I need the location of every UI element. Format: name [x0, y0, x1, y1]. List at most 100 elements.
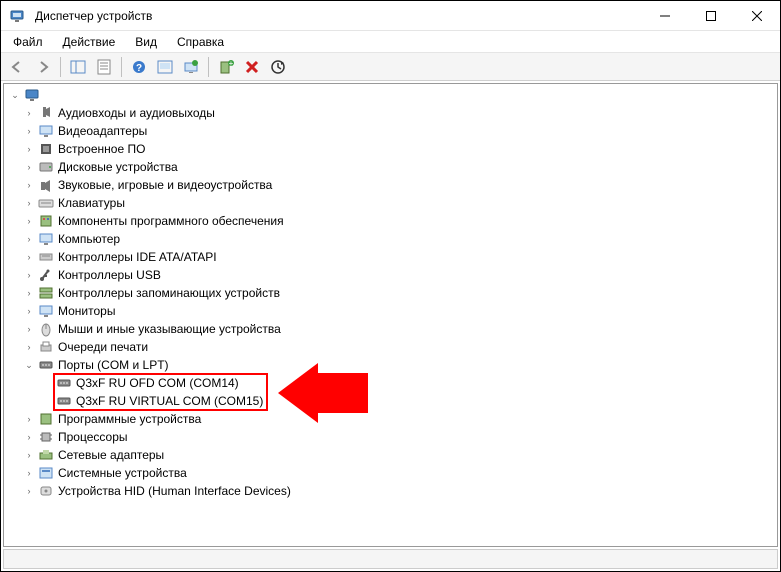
tree-node[interactable]: › Встроенное ПО — [22, 140, 777, 158]
expander-icon[interactable]: › — [22, 124, 36, 138]
tree-node[interactable]: › Видеоадаптеры — [22, 122, 777, 140]
tree-node[interactable]: ›Аудиовходы и аудиовыходы — [22, 104, 777, 122]
expander-icon[interactable]: › — [22, 448, 36, 462]
tree-node-label: Программные устройства — [58, 412, 201, 426]
menu-view[interactable]: Вид — [127, 33, 165, 51]
firmware-icon — [38, 141, 54, 157]
svg-text:+: + — [229, 59, 234, 68]
tree-node-label: Контроллеры USB — [58, 268, 161, 282]
help-button[interactable]: ? — [127, 56, 151, 78]
app-icon — [9, 8, 25, 24]
tree-node[interactable]: › Процессоры — [22, 428, 777, 446]
expander-icon[interactable]: › — [22, 466, 36, 480]
tree-node-label: Очереди печати — [58, 340, 148, 354]
tree-node-label: Порты (COM и LPT) — [58, 358, 169, 372]
tree-root-node[interactable]: ⌄ — [4, 86, 777, 104]
tree-node[interactable]: › Сетевые адаптеры — [22, 446, 777, 464]
expander-icon[interactable]: › — [22, 412, 36, 426]
toolbar-separator — [121, 57, 122, 77]
expander-icon[interactable]: › — [22, 304, 36, 318]
tree-node[interactable]: ›Клавиатуры — [22, 194, 777, 212]
tree-node-label: Сетевые адаптеры — [58, 448, 164, 462]
expander-icon[interactable]: › — [22, 232, 36, 246]
expander-icon[interactable]: › — [22, 250, 36, 264]
properties-button[interactable] — [92, 56, 116, 78]
show-hide-console-button[interactable] — [66, 56, 90, 78]
device-tree-panel[interactable]: ⌄›Аудиовходы и аудиовыходы›Видеоадаптеры… — [3, 83, 778, 547]
mouse-icon — [38, 321, 54, 337]
tree-node[interactable]: ⌄ Порты (COM и LPT) — [22, 356, 777, 374]
tree-node[interactable]: › Системные устройства — [22, 464, 777, 482]
back-button[interactable] — [5, 56, 29, 78]
expander-icon[interactable]: › — [22, 430, 36, 444]
tree-node[interactable]: Q3xF RU OFD COM (COM14) — [40, 374, 777, 392]
uninstall-button[interactable] — [240, 56, 264, 78]
tree-node-label: Встроенное ПО — [58, 142, 145, 156]
titlebar-left: Диспетчер устройств — [9, 8, 152, 24]
printq-icon — [38, 339, 54, 355]
close-button[interactable] — [734, 1, 780, 31]
update-driver-button[interactable] — [153, 56, 177, 78]
computer-icon — [24, 87, 40, 103]
expander-icon[interactable]: › — [22, 196, 36, 210]
statusbar — [3, 549, 778, 569]
tree-node[interactable]: ›Звуковые, игровые и видеоустройства — [22, 176, 777, 194]
menubar: Файл Действие Вид Справка — [1, 31, 780, 53]
toolbar-separator — [60, 57, 61, 77]
tree-node-label: Системные устройства — [58, 466, 187, 480]
device-tree: ⌄›Аудиовходы и аудиовыходы›Видеоадаптеры… — [4, 86, 777, 500]
tree-node-label: Контроллеры IDE ATA/ATAPI — [58, 250, 217, 264]
expander-icon[interactable]: › — [22, 322, 36, 336]
tree-node[interactable]: Q3xF RU VIRTUAL COM (COM15) — [40, 392, 777, 410]
window-controls — [642, 1, 780, 31]
keyboard-icon — [38, 195, 54, 211]
expander-icon[interactable]: › — [22, 142, 36, 156]
menu-action[interactable]: Действие — [55, 33, 124, 51]
tree-node[interactable]: › Мыши и иные указывающие устройства — [22, 320, 777, 338]
expander-icon[interactable]: › — [22, 178, 36, 192]
menu-help[interactable]: Справка — [169, 33, 232, 51]
expander-icon[interactable]: › — [22, 214, 36, 228]
maximize-button[interactable] — [688, 1, 734, 31]
monitor-icon — [38, 231, 54, 247]
expander-icon[interactable]: ⌄ — [22, 358, 36, 372]
add-legacy-hardware-button[interactable]: + — [214, 56, 238, 78]
monitor2-icon — [38, 303, 54, 319]
tree-node-label: Мониторы — [58, 304, 115, 318]
storage-icon — [38, 285, 54, 301]
tree-node-label: Видеоадаптеры — [58, 124, 147, 138]
expander-icon[interactable]: › — [22, 484, 36, 498]
display-icon — [38, 123, 54, 139]
audio-icon — [38, 105, 54, 121]
expander-icon[interactable]: › — [22, 286, 36, 300]
tree-node[interactable]: › Программные устройства — [22, 410, 777, 428]
menu-file[interactable]: Файл — [5, 33, 51, 51]
expander-icon[interactable]: › — [22, 268, 36, 282]
tree-node-label: Компьютер — [58, 232, 120, 246]
tree-node[interactable]: ›Дисковые устройства — [22, 158, 777, 176]
titlebar: Диспетчер устройств — [1, 1, 780, 31]
refresh-button[interactable] — [266, 56, 290, 78]
tree-node[interactable]: › Контроллеры USB — [22, 266, 777, 284]
tree-node[interactable]: › Контроллеры IDE ATA/ATAPI — [22, 248, 777, 266]
expander-icon[interactable]: ⌄ — [8, 88, 22, 102]
window-title: Диспетчер устройств — [35, 9, 152, 23]
tree-node[interactable]: › Очереди печати — [22, 338, 777, 356]
tree-node[interactable]: › Компьютер — [22, 230, 777, 248]
port-icon — [56, 393, 72, 409]
tree-node[interactable]: ›Контроллеры запоминающих устройств — [22, 284, 777, 302]
expander-icon[interactable]: › — [22, 340, 36, 354]
tree-node[interactable]: ›Компоненты программного обеспечения — [22, 212, 777, 230]
tree-node-label: Q3xF RU OFD COM (COM14) — [76, 376, 239, 390]
tree-node[interactable]: › Мониторы — [22, 302, 777, 320]
expander-icon[interactable]: › — [22, 160, 36, 174]
ide-icon — [38, 249, 54, 265]
tree-node-label: Мыши и иные указывающие устройства — [58, 322, 281, 336]
forward-button[interactable] — [31, 56, 55, 78]
ports-icon — [38, 357, 54, 373]
minimize-button[interactable] — [642, 1, 688, 31]
tree-node[interactable]: ›Устройства HID (Human Interface Devices… — [22, 482, 777, 500]
tree-node-label: Процессоры — [58, 430, 128, 444]
expander-icon[interactable]: › — [22, 106, 36, 120]
scan-hardware-button[interactable] — [179, 56, 203, 78]
